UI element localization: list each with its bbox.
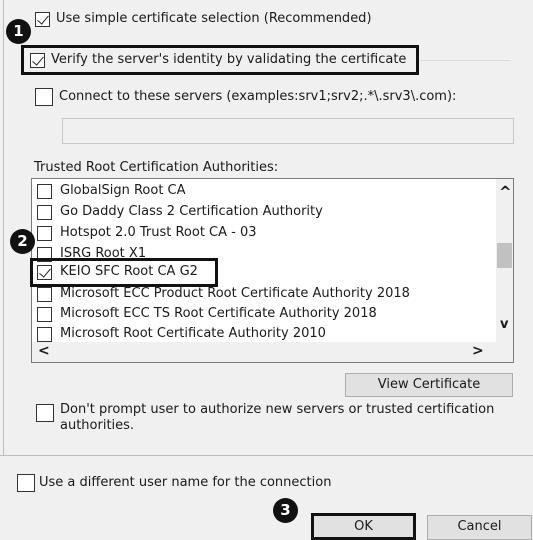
scroll-down-icon[interactable]: v [500, 317, 508, 332]
connect-servers-checkbox[interactable] [35, 88, 53, 106]
list-item-label: Hotspot 2.0 Trust Root CA - 03 [60, 225, 257, 240]
callout-badge-2: 2 [10, 229, 35, 254]
list-item[interactable]: GlobalSign Root CA [32, 182, 497, 202]
trusted-root-heading: Trusted Root Certification Authorities: [34, 160, 279, 175]
section-divider-vertical [3, 0, 4, 455]
scroll-thumb[interactable] [497, 243, 512, 268]
scroll-right-icon[interactable]: > [472, 343, 484, 359]
list-item-checkbox[interactable] [37, 184, 52, 199]
callout-badge-3: 3 [273, 498, 298, 523]
section-divider [0, 455, 533, 456]
list-item[interactable]: Microsoft ECC Product Root Certificate A… [32, 285, 497, 305]
list-item-checkbox[interactable] [37, 307, 52, 322]
scroll-left-icon[interactable]: < [38, 343, 50, 359]
list-item[interactable]: Hotspot 2.0 Trust Root CA - 03 [32, 224, 497, 244]
highlight-box-2 [30, 258, 218, 287]
list-item-checkbox[interactable] [37, 287, 52, 302]
divider-line [420, 60, 510, 61]
vertical-scrollbar[interactable]: ^ v [496, 179, 513, 342]
different-user-label: Use a different user name for the connec… [39, 475, 332, 490]
dont-prompt-label: Don't prompt user to authorize new serve… [60, 402, 495, 433]
cancel-button[interactable]: Cancel [427, 515, 532, 540]
verify-identity-label: Verify the server's identity by validati… [51, 52, 407, 67]
list-item-checkbox[interactable] [37, 327, 52, 342]
list-item-label: Microsoft Root Certificate Authority 201… [60, 326, 326, 341]
simple-selection-label: Use simple certificate selection (Recomm… [56, 11, 372, 26]
list-item-label: Microsoft ECC TS Root Certificate Author… [60, 306, 377, 321]
horizontal-scrollbar[interactable]: < > [32, 342, 513, 362]
different-user-checkbox[interactable] [17, 474, 35, 492]
verify-identity-checkbox[interactable] [30, 53, 45, 68]
ok-button[interactable]: OK [311, 513, 416, 540]
view-certificate-button[interactable]: View Certificate [345, 373, 513, 397]
list-item[interactable]: Go Daddy Class 2 Certification Authority [32, 203, 497, 223]
list-item-checkbox[interactable] [37, 226, 52, 241]
simple-selection-checkbox[interactable] [35, 12, 50, 27]
list-item-label: Go Daddy Class 2 Certification Authority [60, 204, 323, 219]
list-item-checkbox[interactable] [37, 205, 52, 220]
list-item-label: Microsoft ECC Product Root Certificate A… [60, 286, 410, 301]
scroll-up-icon[interactable]: ^ [499, 183, 512, 201]
dont-prompt-checkbox[interactable] [36, 404, 54, 422]
callout-badge-1: 1 [6, 19, 31, 44]
servers-input[interactable] [62, 118, 514, 144]
list-item-label: GlobalSign Root CA [60, 183, 186, 198]
list-item[interactable]: Microsoft ECC TS Root Certificate Author… [32, 305, 497, 325]
connect-servers-label: Connect to these servers (examples:srv1;… [59, 89, 457, 104]
